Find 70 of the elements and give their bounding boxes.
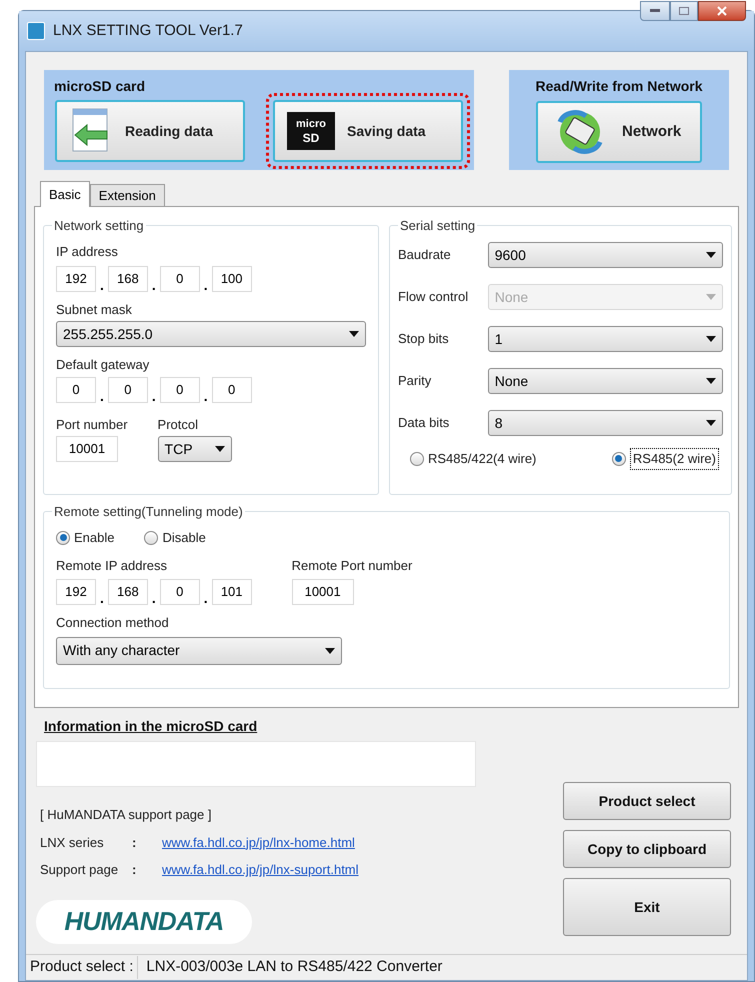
network-button[interactable]: Network (536, 101, 702, 163)
field-label: Data bits (398, 414, 450, 432)
tab[interactable]: Basic (40, 181, 90, 207)
field-label: Connection method (56, 614, 170, 632)
field-label: Stop bits (398, 330, 450, 348)
dropdown[interactable]: 9600 (488, 242, 723, 268)
support-link[interactable]: www.fa.hdl.co.jp/jp/lnx-home.html (162, 832, 355, 852)
field-label: Port number (56, 416, 128, 434)
octet-separator: . (204, 388, 208, 402)
field-label: Default gateway (56, 356, 150, 374)
status-label: Product select : (26, 956, 138, 979)
dropdown[interactable]: 1 (488, 326, 723, 352)
support-link[interactable]: www.fa.hdl.co.jp/jp/lnx-suport.html (162, 860, 359, 880)
link-label: Support page (40, 861, 120, 879)
large-button[interactable]: Reading data (55, 100, 245, 162)
octet-separator: . (204, 278, 208, 292)
input-field[interactable]: 10001 (292, 579, 354, 605)
input-field[interactable]: 0 (160, 376, 200, 402)
octet-separator: . (100, 278, 104, 292)
input-field[interactable]: 10001 (56, 436, 118, 462)
input-field[interactable]: 0 (160, 266, 200, 292)
input-field[interactable]: 168 (108, 266, 148, 292)
input-field[interactable]: 168 (108, 579, 148, 605)
field-label: Subnet mask (56, 300, 133, 318)
input-field[interactable]: 0 (160, 579, 200, 605)
tab[interactable]: Extension (90, 184, 165, 206)
support-heading: [ HuMANDATA support page ] (39, 806, 212, 824)
input-field[interactable]: 192 (56, 266, 96, 292)
input-field[interactable]: 0 (56, 376, 96, 402)
octet-separator: . (100, 388, 104, 402)
input-field[interactable]: 0 (108, 376, 148, 402)
input-field[interactable]: 101 (212, 579, 252, 605)
dropdown[interactable]: With any character (56, 636, 342, 664)
action-button[interactable]: Product select (563, 782, 731, 820)
octet-separator: . (152, 388, 156, 402)
field-label: Protcol (158, 416, 200, 434)
octet-separator: . (152, 591, 156, 605)
field-label: IP address (56, 243, 119, 261)
info-heading: Information in the microSD card (43, 717, 258, 736)
window-title: LNX SETTING TOOL Ver1.7 (53, 20, 243, 41)
field-label: Parity (398, 372, 432, 390)
dropdown[interactable]: TCP (158, 436, 232, 462)
dropdown[interactable]: 255.255.255.0 (56, 321, 366, 347)
link-label: LNX series (40, 834, 105, 852)
memory-card-icon: micro SD (287, 112, 335, 150)
octet-separator: . (100, 591, 104, 605)
field-label: Remote IP address (56, 556, 168, 574)
input-field[interactable]: 192 (56, 579, 96, 605)
panel-title: Read/Write from Network (536, 77, 702, 96)
radio-label: Enable (74, 529, 114, 547)
action-button[interactable]: Copy to clipboard (563, 830, 731, 868)
panel-title: microSD card (53, 77, 146, 96)
action-button[interactable]: Exit (563, 878, 731, 936)
octet-separator: . (204, 591, 208, 605)
logo-text: HUMANDATA (64, 905, 224, 938)
octet-separator: . (152, 278, 156, 292)
colon: : (132, 834, 138, 852)
field-label: Flow control (398, 288, 470, 306)
radio-label: RS485(2 wire) (630, 448, 719, 470)
field-label: Baudrate (398, 246, 452, 264)
dropdown[interactable]: 8 (488, 410, 723, 436)
input-field[interactable]: 0 (212, 376, 252, 402)
status-value: LNX-003/003e LAN to RS485/422 Converter (145, 957, 444, 978)
dropdown[interactable]: None (488, 368, 723, 394)
radio-label: RS485/422(4 wire) (428, 450, 536, 468)
input-field[interactable]: 100 (212, 266, 252, 292)
radio-label: Disable (162, 529, 206, 547)
colon: : (132, 861, 138, 879)
large-button[interactable]: micro SD Saving data (273, 100, 463, 162)
field-label: Remote Port number (292, 556, 412, 574)
